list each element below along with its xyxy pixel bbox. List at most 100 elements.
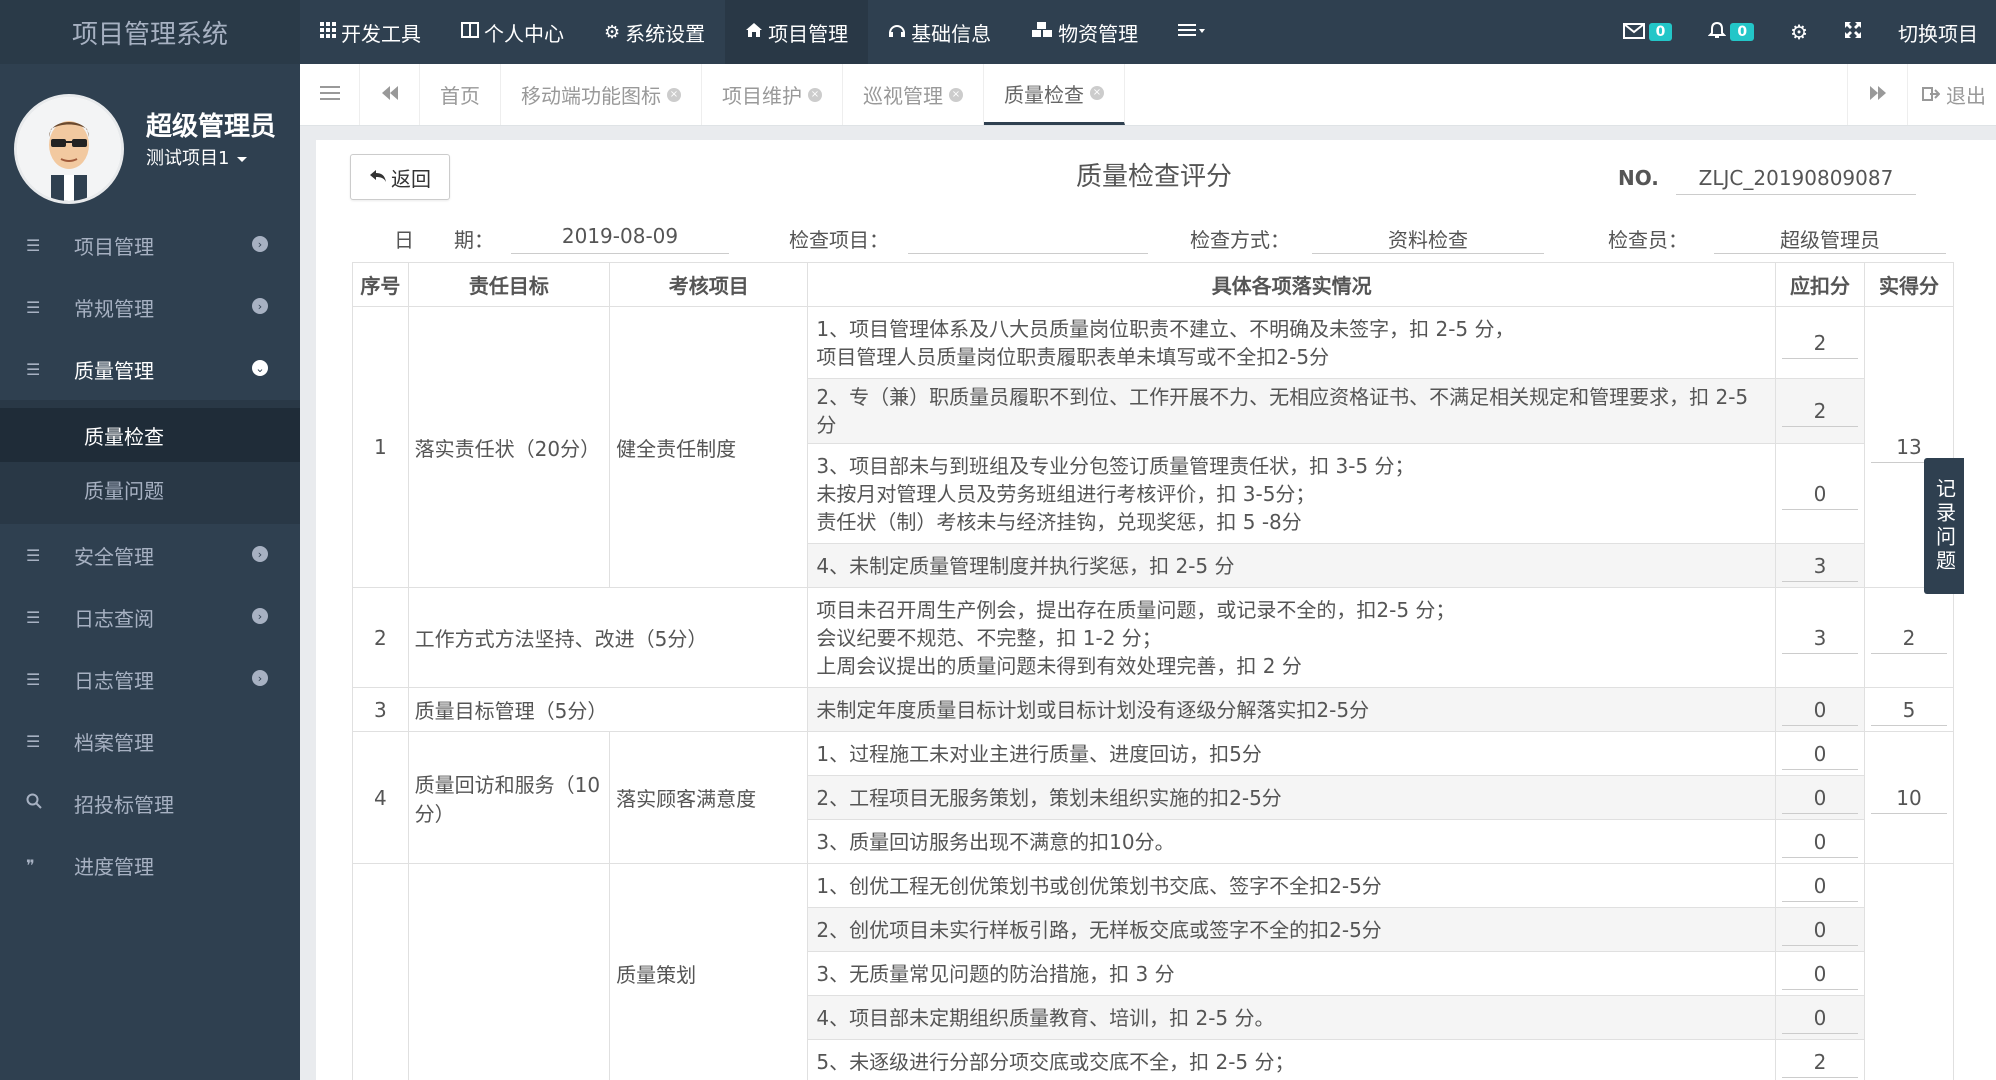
- cell-score: 2: [1863, 587, 1955, 688]
- detail-line: 3、项目部未与到班组及专业分包签订质量管理责任状，扣 3-5 分； 未按月对管理…: [816, 453, 1415, 534]
- score-table: 序号 责任目标 考核项目 具体各项落实情况 应扣分 实得分 1 落实责任状（20…: [352, 262, 1955, 1080]
- messages-button[interactable]: 0: [1605, 0, 1691, 64]
- score-input[interactable]: 10: [1870, 782, 1947, 814]
- tabs-scroll-right-button[interactable]: [1847, 64, 1907, 125]
- tab-mobile-icons[interactable]: 移动端功能图标 ×: [501, 64, 702, 125]
- tabs-scroll-left-button[interactable]: [360, 64, 420, 125]
- topnav-materials[interactable]: 物资管理: [1011, 0, 1158, 64]
- list-icon: ☰: [26, 359, 41, 379]
- sidebar-item-project-management[interactable]: ☰ 项目管理 ›: [0, 214, 300, 276]
- chevron-circle-icon: ›: [252, 298, 268, 314]
- sidebar-item-archive-management[interactable]: ☰ 档案管理: [0, 710, 300, 772]
- detail-line: 未制定年度质量目标计划或目标计划没有逐级分解落实扣2-5分: [816, 697, 1370, 722]
- sidebar-item-routine-management[interactable]: ☰ 常规管理 ›: [0, 276, 300, 338]
- sidebar-subitem-quality-check[interactable]: 质量检查: [0, 408, 300, 462]
- sidebar-item-log-management[interactable]: ☰ 日志管理 ›: [0, 648, 300, 710]
- close-icon[interactable]: ×: [667, 87, 681, 102]
- settings-gears-button[interactable]: ⚙: [1772, 0, 1826, 64]
- close-icon[interactable]: ×: [808, 87, 822, 102]
- detail-line: 1、项目管理体系及八大员质量岗位职责不建立、不明确及未签字，扣 2-5 分， 项…: [816, 316, 1515, 369]
- score-input[interactable]: 2: [1870, 622, 1947, 654]
- cell-target: 质量目标管理（5分）: [407, 687, 809, 732]
- logout-button[interactable]: 退出: [1907, 64, 1996, 125]
- cell-deduct: 2: [1774, 306, 1865, 379]
- switch-project-button[interactable]: 切换项目: [1880, 0, 1996, 64]
- detail-line: 3、无质量常见问题的防治措施，扣 3 分: [816, 961, 1175, 986]
- fullscreen-button[interactable]: [1826, 0, 1880, 64]
- deduct-input[interactable]: 0: [1781, 826, 1858, 858]
- check-method-label: 检查方式：: [1190, 228, 1290, 252]
- cell-detail: 2、专（兼）职质量员履职不到位、工作开展不力、无相应资格证书、不满足相关规定和管…: [807, 378, 1776, 444]
- inspector-field[interactable]: 超级管理员: [1714, 224, 1946, 254]
- header-target: 责任目标: [407, 262, 611, 307]
- header-seq: 序号: [352, 262, 409, 307]
- deduct-input[interactable]: 3: [1781, 622, 1858, 654]
- home-icon: [745, 22, 763, 43]
- chevron-circle-icon: ›: [252, 546, 268, 562]
- close-icon[interactable]: ×: [1090, 86, 1104, 100]
- cell-detail: 1、项目管理体系及八大员质量岗位职责不建立、不明确及未签字，扣 2-5 分， 项…: [807, 306, 1776, 379]
- cell-deduct: 0: [1774, 863, 1865, 908]
- deduct-input[interactable]: 2: [1781, 395, 1858, 427]
- topnav-label: 项目管理: [768, 21, 849, 46]
- deduct-input[interactable]: 2: [1781, 1046, 1858, 1078]
- sidebar-item-label: 招投标管理: [74, 792, 174, 817]
- avatar[interactable]: [14, 94, 124, 204]
- table-row: 3 质量目标管理（5分） 未制定年度质量目标计划或目标计划没有逐级分解落实扣2-…: [352, 687, 1955, 732]
- check-item-field[interactable]: [908, 224, 1148, 254]
- score-input[interactable]: 5: [1870, 694, 1947, 726]
- deduct-input[interactable]: 2: [1781, 327, 1858, 359]
- topnav-more-menu[interactable]: [1158, 0, 1228, 64]
- deduct-input[interactable]: 0: [1781, 870, 1858, 902]
- detail-line: 1、创优工程无创优策划书或创优策划书交底、签字不全扣2-5分: [816, 873, 1382, 898]
- sidebar-item-log-review[interactable]: ☰ 日志查阅 ›: [0, 586, 300, 648]
- deduct-input[interactable]: 0: [1781, 478, 1858, 510]
- tabbar-spacer: [1125, 64, 1847, 125]
- sidebar-subitem-quality-issues[interactable]: 质量问题: [0, 462, 300, 516]
- cell-deduct: 0: [1774, 687, 1865, 732]
- record-issue-button[interactable]: 记录问题: [1924, 458, 1964, 594]
- topnav-basic-info[interactable]: 基础信息: [868, 0, 1011, 64]
- date-label: 日 期：: [394, 228, 494, 252]
- sidebar-item-quality-management[interactable]: ☰ 质量管理 ⌄: [0, 338, 300, 400]
- deduct-input[interactable]: 0: [1781, 694, 1858, 726]
- cell-item: 落实顾客满意度: [609, 731, 809, 864]
- topnav-system-settings[interactable]: ⚙ 系统设置: [584, 0, 725, 64]
- tab-quality-check[interactable]: 质量检查 ×: [984, 64, 1125, 125]
- app-title[interactable]: 项目管理系统: [0, 0, 300, 64]
- form-info-row: 日 期： 2019-08-09 检查项目： 检查方式： 资料检查 检查员： 超级…: [316, 224, 1996, 258]
- cell-seq: [352, 863, 409, 1080]
- check-method-field[interactable]: 资料检查: [1312, 224, 1544, 254]
- topnav-personal-center[interactable]: 个人中心: [441, 0, 584, 64]
- deduct-input[interactable]: 0: [1781, 1002, 1858, 1034]
- deduct-input[interactable]: 0: [1781, 914, 1858, 946]
- topnav-project-management[interactable]: 项目管理: [725, 0, 869, 64]
- double-left-icon: [380, 82, 400, 107]
- deduct-input[interactable]: 0: [1781, 782, 1858, 814]
- tab-home[interactable]: 首页: [420, 64, 501, 125]
- date-field[interactable]: 2019-08-09: [511, 224, 729, 254]
- cell-seq: 1: [352, 306, 409, 588]
- sidebar-toggle-button[interactable]: [300, 64, 360, 125]
- close-icon[interactable]: ×: [949, 87, 963, 102]
- tab-bar: 首页 移动端功能图标 × 项目维护 × 巡视管理 × 质量检查 × 退出: [300, 64, 1996, 126]
- deduct-input[interactable]: 0: [1781, 958, 1858, 990]
- deduct-input[interactable]: 3: [1781, 550, 1858, 582]
- tab-label: 首页: [440, 84, 480, 108]
- topnav-label: 物资管理: [1058, 21, 1139, 46]
- table-header-row: 序号 责任目标 考核项目 具体各项落实情况 应扣分 实得分: [352, 262, 1955, 307]
- current-project-dropdown[interactable]: 测试项目1: [146, 144, 249, 170]
- cell-detail: 3、无质量常见问题的防治措施，扣 3 分: [807, 951, 1776, 996]
- table-row: 质量策划 1、创优工程无创优策划书或创优策划书交底、签字不全扣2-5分 0: [352, 863, 1955, 1080]
- sidebar-item-bidding-management[interactable]: 招投标管理: [0, 772, 300, 834]
- notifications-button[interactable]: 0: [1690, 0, 1772, 64]
- tab-project-maintenance[interactable]: 项目维护 ×: [702, 64, 843, 125]
- tab-patrol-management[interactable]: 巡视管理 ×: [843, 64, 984, 125]
- deduct-input[interactable]: 0: [1781, 738, 1858, 770]
- sidebar-item-progress-management[interactable]: ❞ 进度管理: [0, 834, 300, 896]
- back-button[interactable]: 返回: [350, 154, 450, 200]
- sidebar-item-label: 质量管理: [74, 358, 154, 383]
- quality-submenu: 质量检查 质量问题: [0, 400, 300, 524]
- sidebar-item-safety-management[interactable]: ☰ 安全管理 ›: [0, 524, 300, 586]
- topnav-dev-tools[interactable]: 开发工具: [300, 0, 441, 64]
